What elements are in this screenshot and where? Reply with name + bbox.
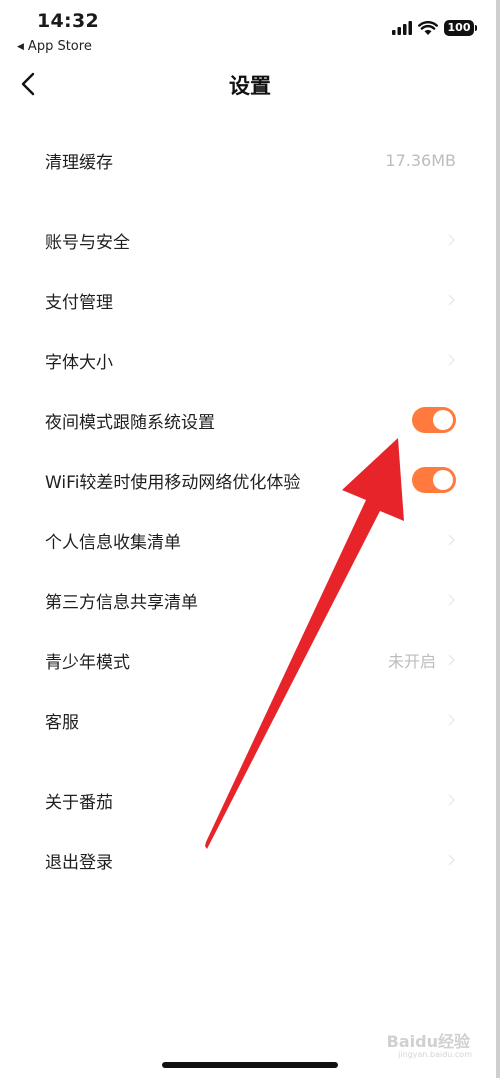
chevron-right-icon [448,534,456,546]
row-label: 退出登录 [45,852,113,873]
row-label: 青少年模式 [45,652,130,673]
toggle-knob [433,410,453,430]
settings-row-customer-service[interactable]: 客服 [0,692,500,748]
cellular-signal-icon [392,21,412,35]
settings-screen: 14:32 ◀ App Store 100 设置 清理缓存 17.36MB 账号… [0,0,500,1078]
baidu-watermark: Baidu经验 [386,1032,470,1051]
chevron-right-icon [448,654,456,666]
row-label: 支付管理 [45,292,113,313]
back-app-label: App Store [27,39,92,54]
back-triangle-icon: ◀ [17,41,24,52]
settings-row-payment[interactable]: 支付管理 [0,272,500,328]
row-label: 个人信息收集清单 [45,532,181,553]
settings-row-youth-mode[interactable]: 青少年模式 未开启 [0,632,500,688]
row-label: 字体大小 [45,352,113,373]
chevron-right-icon [448,294,456,306]
home-indicator[interactable] [162,1062,338,1068]
chevron-right-icon [448,794,456,806]
settings-row-personal-info[interactable]: 个人信息收集清单 [0,512,500,568]
battery-icon: 100 [444,20,477,36]
status-indicators: 100 [392,20,477,36]
row-label: 夜间模式跟随系统设置 [45,412,215,433]
page-title: 设置 [229,74,271,98]
row-label: 客服 [45,712,79,733]
settings-row-wifi-optimize: WiFi较差时使用移动网络优化体验 [0,452,500,508]
settings-row-about[interactable]: 关于番茄 [0,772,500,828]
row-label: 第三方信息共享清单 [45,592,198,613]
back-to-app-link[interactable]: ◀ App Store [17,39,92,54]
settings-row-font-size[interactable]: 字体大小 [0,332,500,388]
night-mode-toggle[interactable] [412,407,456,433]
settings-row-night-mode: 夜间模式跟随系统设置 [0,392,500,448]
chevron-right-icon [448,234,456,246]
row-label: 关于番茄 [45,792,113,813]
youth-mode-status: 未开启 [387,652,436,671]
row-label: 账号与安全 [45,232,130,253]
chevron-right-icon [448,854,456,866]
settings-row-account-security[interactable]: 账号与安全 [0,212,500,268]
settings-row-logout[interactable]: 退出登录 [0,832,500,888]
settings-row-clear-cache[interactable]: 清理缓存 17.36MB [0,132,500,188]
status-time: 14:32 [37,10,99,32]
row-label: WiFi较差时使用移动网络优化体验 [45,472,301,493]
chevron-right-icon [448,354,456,366]
baidu-watermark-url: jingyan.baidu.com [398,1050,472,1059]
settings-row-third-party[interactable]: 第三方信息共享清单 [0,572,500,628]
cache-size-value: 17.36MB [385,150,456,170]
wifi-icon [418,20,438,35]
row-label: 清理缓存 [45,152,113,173]
toggle-knob [433,470,453,490]
chevron-right-icon [448,714,456,726]
chevron-right-icon [448,594,456,606]
wifi-optimize-toggle[interactable] [412,467,456,493]
